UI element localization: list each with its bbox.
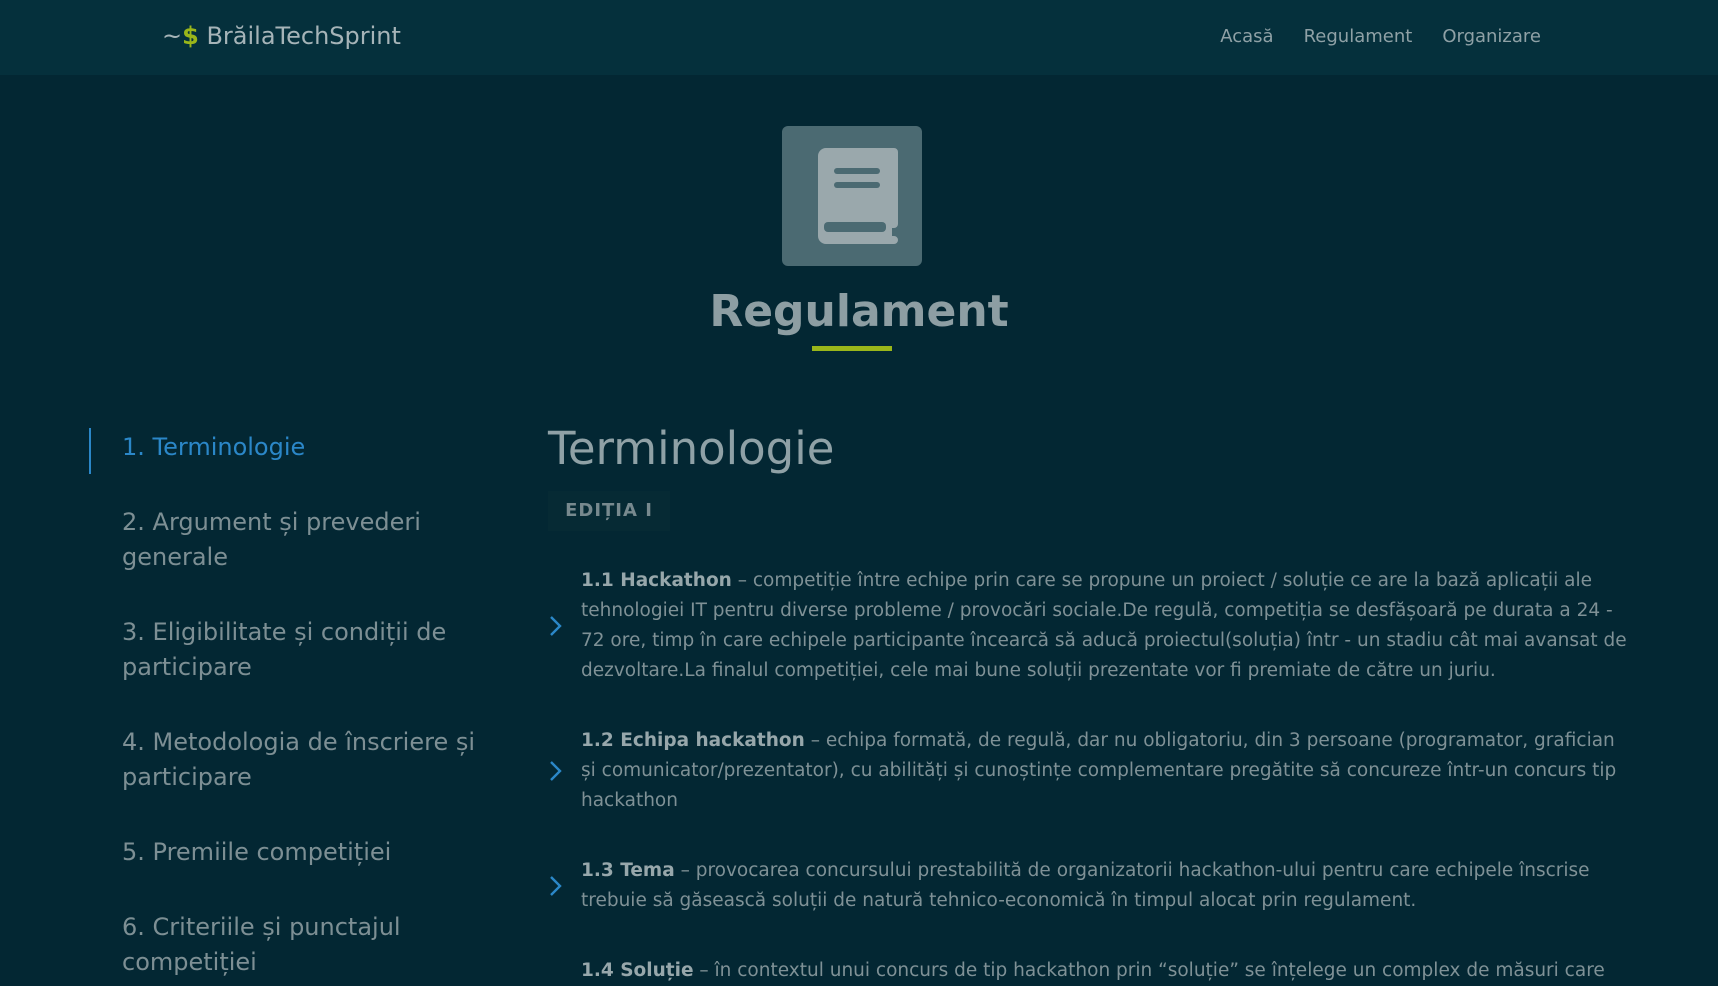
page-title: Regulament: [709, 286, 1009, 337]
brand-prompt: ~: [162, 22, 183, 50]
chevron-right-icon: [550, 761, 562, 781]
nav-link-regulament[interactable]: Regulament: [1304, 26, 1413, 47]
hero-icon-box: [782, 126, 922, 266]
nav-link-organizare[interactable]: Organizare: [1442, 26, 1541, 47]
term-item: 1.4 Soluție – în contextul unui concurs …: [548, 956, 1628, 986]
brand-name: BrăilaTechSprint: [198, 22, 401, 50]
nav-link-acasa[interactable]: Acasă: [1220, 26, 1273, 47]
title-underline: [812, 346, 892, 351]
term-text: – provocarea concursului prestabilită de…: [581, 860, 1590, 911]
term-item: 1.1 Hackathon – competiție între echipe …: [548, 566, 1628, 686]
term-text: – competiție între echipe prin care se p…: [581, 570, 1627, 681]
edition-badge: EDIȚIA I: [548, 491, 670, 531]
term-text: – în contextul unui concurs de tip hacka…: [693, 960, 1605, 981]
chevron-right-icon: [550, 876, 562, 896]
section-title: Terminologie: [548, 422, 835, 475]
brand-dollar: $: [182, 22, 199, 50]
sidebar-item-terminologie[interactable]: 1. Terminologie: [89, 428, 502, 474]
top-navbar: ~$ BrăilaTechSprint Acasă Regulament Org…: [0, 0, 1718, 75]
sidebar-item-metodologia[interactable]: 4. Metodologia de înscriere și participa…: [89, 725, 502, 795]
term-title: 1.4 Soluție: [581, 960, 694, 981]
term-title: 1.2 Echipa hackathon: [581, 730, 805, 751]
sidebar-item-eligibilitate[interactable]: 3. Eligibilitate și condiții de particip…: [89, 615, 502, 685]
book-icon: [818, 148, 898, 244]
term-item: 1.2 Echipa hackathon – echipa formată, d…: [548, 726, 1628, 816]
sidebar-item-premiile[interactable]: 5. Premiile competiției: [89, 835, 502, 870]
brand-logo[interactable]: ~$ BrăilaTechSprint: [162, 22, 401, 50]
term-item: 1.3 Tema – provocarea concursului presta…: [548, 856, 1628, 916]
sidebar-item-argument[interactable]: 2. Argument și prevederi generale: [89, 505, 502, 575]
term-title: 1.1 Hackathon: [581, 570, 732, 591]
term-title: 1.3 Tema: [581, 860, 675, 881]
chevron-right-icon: [550, 616, 562, 636]
nav-links: Acasă Regulament Organizare: [1220, 26, 1541, 47]
